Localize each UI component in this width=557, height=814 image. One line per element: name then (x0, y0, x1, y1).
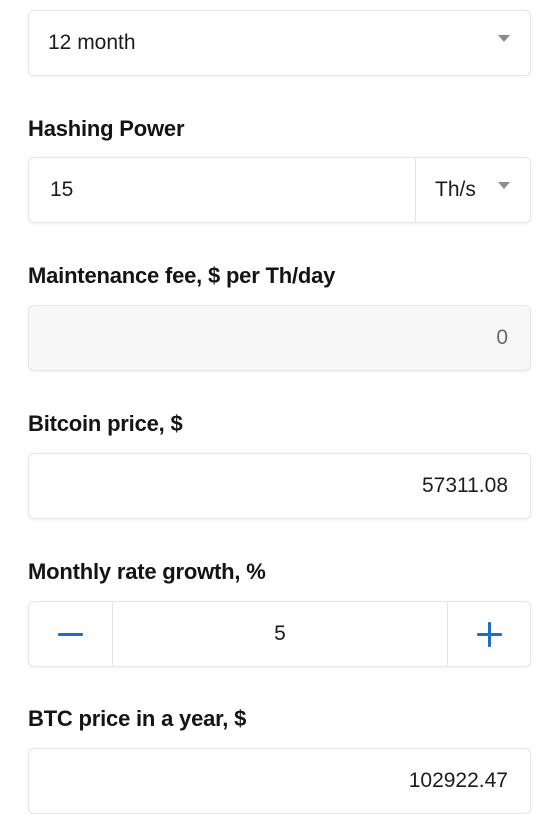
minus-icon (58, 632, 83, 636)
monthly-rate-growth-input[interactable]: 5 (113, 622, 447, 646)
hashing-power-group: 15 Th/s (28, 157, 531, 223)
hashing-unit-select[interactable]: Th/s (415, 158, 530, 222)
bitcoin-price-value: 57311.08 (421, 474, 508, 497)
plus-icon (476, 621, 502, 647)
chevron-down-icon (498, 181, 510, 189)
period-select[interactable]: 12 month (28, 10, 531, 76)
monthly-rate-growth-stepper: 5 (28, 601, 531, 667)
btc-price-year-value: 102922.47 (408, 769, 508, 792)
maintenance-fee-label: Maintenance fee, $ per Th/day (28, 263, 336, 288)
increment-button[interactable] (447, 602, 530, 666)
btc-price-year-input[interactable]: 102922.47 (28, 748, 531, 814)
chevron-down-icon (498, 34, 510, 42)
maintenance-fee-input[interactable]: 0 (28, 305, 531, 371)
bitcoin-price-label: Bitcoin price, $ (28, 411, 183, 436)
bitcoin-price-input[interactable]: 57311.08 (28, 453, 531, 519)
hashing-power-input[interactable]: 15 (29, 158, 415, 222)
btc-price-year-label: BTC price in a year, $ (28, 706, 247, 731)
monthly-rate-growth-label: Monthly rate growth, % (28, 559, 266, 584)
hashing-power-label: Hashing Power (28, 116, 185, 141)
maintenance-fee-value: 0 (496, 326, 508, 349)
period-select-value: 12 month (48, 31, 136, 54)
decrement-button[interactable] (29, 602, 113, 666)
hashing-unit-value: Th/s (435, 178, 476, 201)
